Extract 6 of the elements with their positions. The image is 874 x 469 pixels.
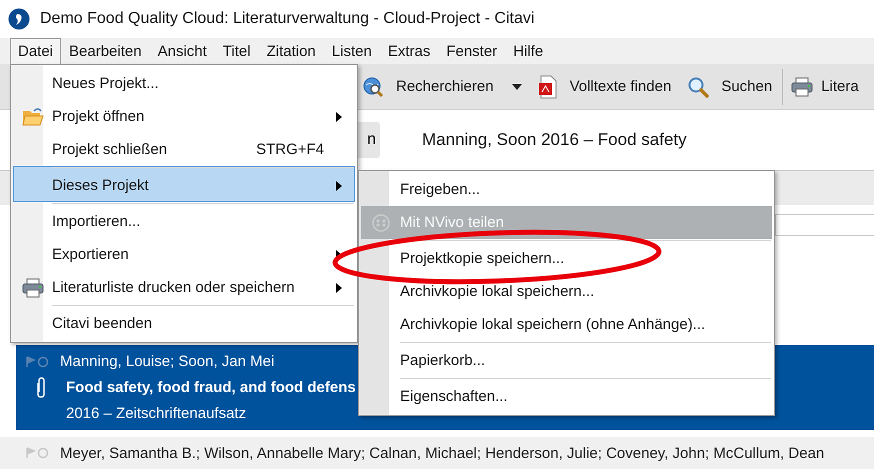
reference-title: Food safety, food fraud, and food defens [66, 379, 356, 396]
reference-heading: Manning, Soon 2016 – Food safety [422, 130, 687, 150]
reference-authors: Manning, Louise; Soon, Jan Mei [60, 353, 274, 370]
window-title: Demo Food Quality Cloud: Literaturverwaltung - Cloud-Project - Citavi [40, 10, 534, 28]
reference-type: 2016 – Zeitschriftenaufsatz [66, 405, 246, 422]
reference-authors: Meyer, Samantha B.; Wilson, Annabelle Mary; Calnan, Michael; Henderson, Julie; Coveney, John; McCullum, Dean [60, 444, 824, 462]
